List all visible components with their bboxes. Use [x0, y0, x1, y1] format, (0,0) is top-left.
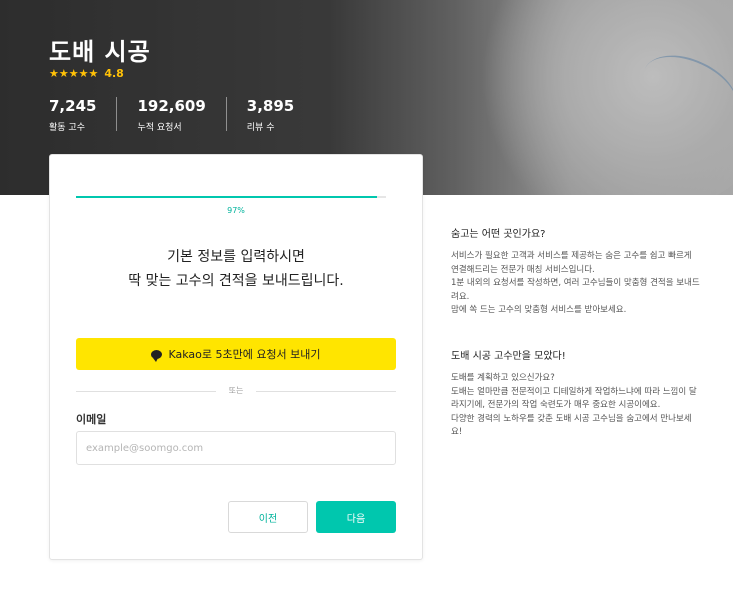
stat-label: 활동 고수: [49, 123, 85, 133]
stat-label: 리뷰 수: [246, 123, 275, 133]
stat-value: 7,245: [49, 97, 97, 115]
rating-value: 4.8: [104, 67, 124, 80]
rating: ★★★★★ 4.8: [49, 67, 124, 80]
page-title: 도배 시공: [49, 38, 151, 66]
category-title: 도배 시공 고수만을 모았다!: [451, 351, 566, 362]
about-section: 숨고는 어떤 곳인가요? 서비스가 필요한 고객과 서비스를 제공하는 숨은 고…: [451, 225, 701, 318]
about-title: 숨고는 어떤 곳인가요?: [451, 229, 546, 240]
stat-total-requests: 192,609 누적 요청서: [137, 97, 227, 133]
email-field[interactable]: [76, 431, 396, 465]
kakao-talk-icon: [151, 349, 163, 362]
or-divider: 또는: [76, 385, 396, 397]
progress-bar: [76, 196, 386, 198]
prev-button[interactable]: 이전: [228, 501, 308, 533]
progress-fill: [76, 196, 377, 198]
request-form-card: 97% 기본 정보를 입력하시면 딱 맞는 고수의 견적을 보내드립니다. Ka…: [49, 154, 423, 560]
headline-line-2: 딱 맞는 고수의 견적을 보내드립니다.: [128, 273, 344, 289]
stat-active-pros: 7,245 활동 고수: [49, 97, 118, 133]
stat-value: 3,895: [246, 97, 295, 115]
stats-bar: 7,245 활동 고수 192,609 누적 요청서 3,895 리뷰 수: [49, 97, 334, 133]
star-rating-icon: ★★★★★: [49, 67, 99, 80]
category-body: 도배를 계획하고 있으신가요? 도배는 얼마만큼 전문적이고 디테일하게 작업하…: [451, 373, 697, 437]
stat-label: 누적 요청서: [137, 123, 182, 133]
category-section: 도배 시공 고수만을 모았다! 도배를 계획하고 있으신가요? 도배는 얼마만큼…: [451, 347, 701, 440]
stat-reviews: 3,895 리뷰 수: [246, 97, 314, 133]
email-label: 이메일: [76, 413, 107, 426]
stat-value: 192,609: [137, 97, 206, 115]
kakao-request-button[interactable]: Kakao로 5초만에 요청서 보내기: [76, 338, 396, 370]
divider-text: 또는: [228, 386, 244, 395]
about-body: 서비스가 필요한 고객과 서비스를 제공하는 숨은 고수를 쉽고 빠르게 연결해…: [451, 251, 700, 315]
form-headline: 기본 정보를 입력하시면 딱 맞는 고수의 견적을 보내드립니다.: [50, 245, 422, 293]
progress-label: 97%: [227, 206, 245, 215]
kakao-button-label: Kakao로 5초만에 요청서 보내기: [168, 348, 321, 361]
next-button[interactable]: 다음: [316, 501, 396, 533]
headline-line-1: 기본 정보를 입력하시면: [167, 249, 305, 265]
